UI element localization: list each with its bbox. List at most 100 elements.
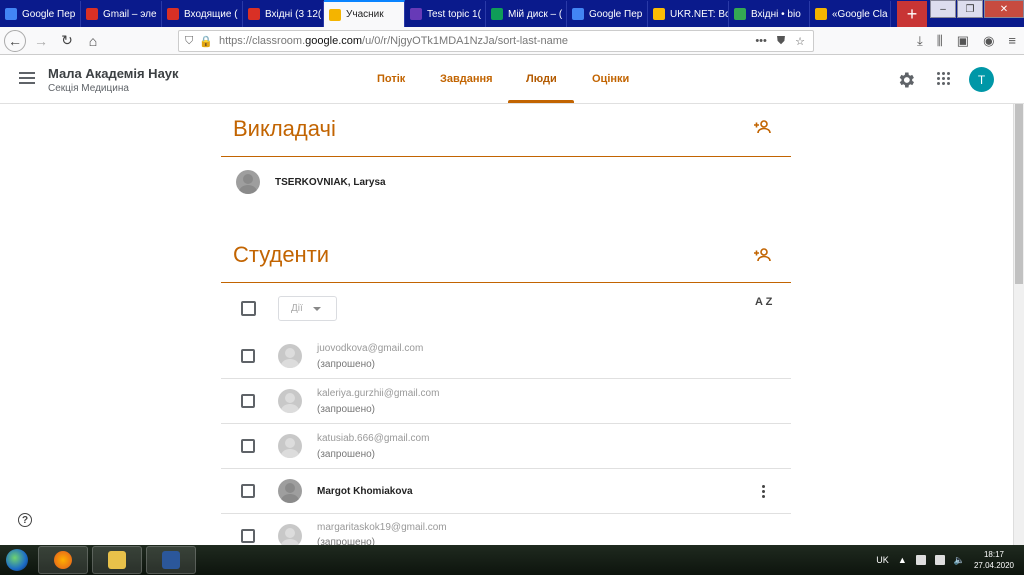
- scrollbar-thumb[interactable]: [1015, 104, 1023, 284]
- student-checkbox-1[interactable]: [241, 349, 255, 363]
- settings-gear-icon[interactable]: [896, 70, 916, 90]
- teacher-name: TSERKOVNIAK, Larysa: [275, 177, 386, 188]
- browser-tab-6[interactable]: Мій диск – (: [486, 1, 567, 27]
- browser-tab-7[interactable]: Google Пер: [567, 1, 648, 27]
- windows-taskbar: UK ▲ 🔈 18:17 27.04.2020: [0, 545, 1024, 575]
- student-name-4: Margot Khomiakova: [317, 486, 413, 497]
- google-translate-icon: [5, 8, 17, 20]
- browser-tab-0[interactable]: Google Пер: [0, 1, 81, 27]
- invite-teacher-icon[interactable]: [754, 120, 772, 134]
- show-hidden-icons-icon[interactable]: ▲: [898, 555, 907, 565]
- url-bar[interactable]: ⛉ 🔒 https://classroom. google.com/u/0/r/N…: [178, 30, 814, 52]
- hamburger-menu-icon[interactable]: ≡: [1008, 33, 1016, 49]
- gmail-icon: [86, 8, 98, 20]
- bookmark-star-icon[interactable]: ☆: [795, 35, 805, 48]
- student-checkbox-3[interactable]: [241, 439, 255, 453]
- class-title[interactable]: Мала Академія Наук: [48, 66, 179, 81]
- reload-icon[interactable]: ↻: [56, 30, 78, 52]
- student-avatar-4: [278, 479, 302, 503]
- student-checkbox-2[interactable]: [241, 394, 255, 408]
- teacher-avatar: [236, 170, 260, 194]
- library-icon[interactable]: ⫼: [937, 33, 943, 49]
- student-email-1: juovodkova@gmail.com: [317, 343, 424, 354]
- back-arrow-icon[interactable]: ←: [4, 29, 26, 52]
- invite-student-icon[interactable]: [754, 248, 772, 262]
- clock[interactable]: 18:17 27.04.2020: [974, 549, 1014, 571]
- shield-icon[interactable]: ⛉: [185, 35, 193, 48]
- window-controls: – ❐ ✕: [929, 0, 1024, 22]
- system-tray: UK ▲ 🔈 18:17 27.04.2020: [876, 549, 1024, 571]
- page-actions-icon[interactable]: •••: [755, 35, 767, 48]
- account-icon[interactable]: ◉: [983, 33, 994, 49]
- url-path: /u/0/r/NjgyOTk1MDA1NzJa/sort-last-name: [362, 35, 569, 47]
- close-window-icon[interactable]: ✕: [984, 0, 1024, 18]
- row-divider: [221, 378, 791, 379]
- browser-tab-9[interactable]: Вхідні • bio: [729, 1, 810, 27]
- download-icon[interactable]: ⤓: [917, 33, 923, 49]
- forms-icon: [410, 8, 422, 20]
- student-avatar-2: [278, 389, 302, 413]
- browser-tab-strip: Google Пер Gmail – эле Входящие ( Вхідні…: [0, 0, 1024, 27]
- pocket-icon[interactable]: ⛊: [777, 35, 785, 48]
- row-divider: [221, 468, 791, 469]
- classroom-people-icon: [329, 8, 341, 21]
- word-icon: [162, 551, 180, 569]
- main-menu-icon[interactable]: [19, 72, 35, 84]
- clock-date: 27.04.2020: [973, 561, 1014, 570]
- page-scrollbar[interactable]: [1013, 104, 1024, 545]
- tab-stream[interactable]: Потік: [377, 73, 405, 85]
- student-email-5: margaritaskok19@gmail.com: [317, 522, 447, 533]
- row-divider: [221, 513, 791, 514]
- tray-app-icon[interactable]: [915, 555, 926, 565]
- student-status-3: (запрошено): [317, 449, 376, 460]
- new-tab-button[interactable]: +: [897, 1, 927, 27]
- browser-tab-4-active[interactable]: Учасник: [324, 0, 405, 27]
- student-avatar-1: [278, 344, 302, 368]
- students-heading: Студенти: [233, 242, 330, 267]
- user-avatar[interactable]: T: [969, 67, 994, 92]
- tab-grades[interactable]: Оцінки: [592, 73, 629, 85]
- start-button[interactable]: [0, 545, 34, 575]
- tab-people[interactable]: Люди: [526, 73, 557, 85]
- volume-icon[interactable]: 🔈: [954, 555, 965, 566]
- home-icon[interactable]: ⌂: [82, 30, 104, 52]
- browser-tab-8[interactable]: UKR.NET: Вс: [648, 1, 729, 27]
- tab-classwork[interactable]: Завдання: [440, 73, 493, 85]
- forward-arrow-icon[interactable]: →: [30, 30, 52, 52]
- more-options-icon[interactable]: [762, 485, 766, 498]
- restore-icon[interactable]: ❐: [957, 0, 983, 18]
- student-checkbox-5[interactable]: [241, 529, 255, 543]
- taskbar-word[interactable]: [146, 546, 196, 574]
- lock-icon[interactable]: 🔒: [199, 35, 213, 48]
- browser-tab-10[interactable]: «Google Cla: [810, 1, 891, 27]
- google-apps-icon[interactable]: [937, 72, 951, 86]
- help-icon[interactable]: ?: [18, 513, 32, 527]
- student-email-3: katusiab.666@gmail.com: [317, 433, 430, 444]
- browser-toolbar-right: ⤓ ⫼ ▣ ◉ ≡: [917, 33, 1016, 49]
- google-drive-icon: [491, 8, 503, 20]
- network-icon[interactable]: [934, 555, 945, 565]
- google-translate-icon: [572, 8, 584, 20]
- browser-tab-2[interactable]: Входящие (: [162, 1, 243, 27]
- actions-dropdown[interactable]: Дії: [278, 296, 337, 321]
- student-checkbox-4[interactable]: [241, 484, 255, 498]
- url-prefix: https://classroom.: [218, 35, 306, 47]
- ukrnet-icon: [653, 8, 665, 20]
- language-indicator[interactable]: UK: [876, 555, 889, 565]
- browser-tab-3[interactable]: Вхідні (3 12(: [243, 1, 324, 27]
- mail-icon: [734, 8, 746, 20]
- browser-tab-1[interactable]: Gmail – эле: [81, 1, 162, 27]
- taskbar-firefox[interactable]: [38, 546, 88, 574]
- select-all-checkbox[interactable]: [241, 301, 256, 316]
- sort-az-icon[interactable]: A Z: [755, 297, 772, 308]
- taskbar-explorer[interactable]: [92, 546, 142, 574]
- clock-time: 18:17: [983, 550, 1004, 559]
- minimize-icon[interactable]: –: [930, 0, 956, 18]
- classroom-header: Мала Академія Наук Секція Медицина Потік…: [0, 55, 1024, 104]
- browser-tab-5[interactable]: Test topic 1(: [405, 1, 486, 27]
- active-tab-indicator: [508, 100, 574, 103]
- student-email-2: kaleriya.gurzhii@gmail.com: [317, 388, 440, 399]
- sidebar-icon[interactable]: ▣: [957, 33, 969, 49]
- students-divider: [221, 282, 791, 283]
- class-section: Секція Медицина: [48, 83, 129, 94]
